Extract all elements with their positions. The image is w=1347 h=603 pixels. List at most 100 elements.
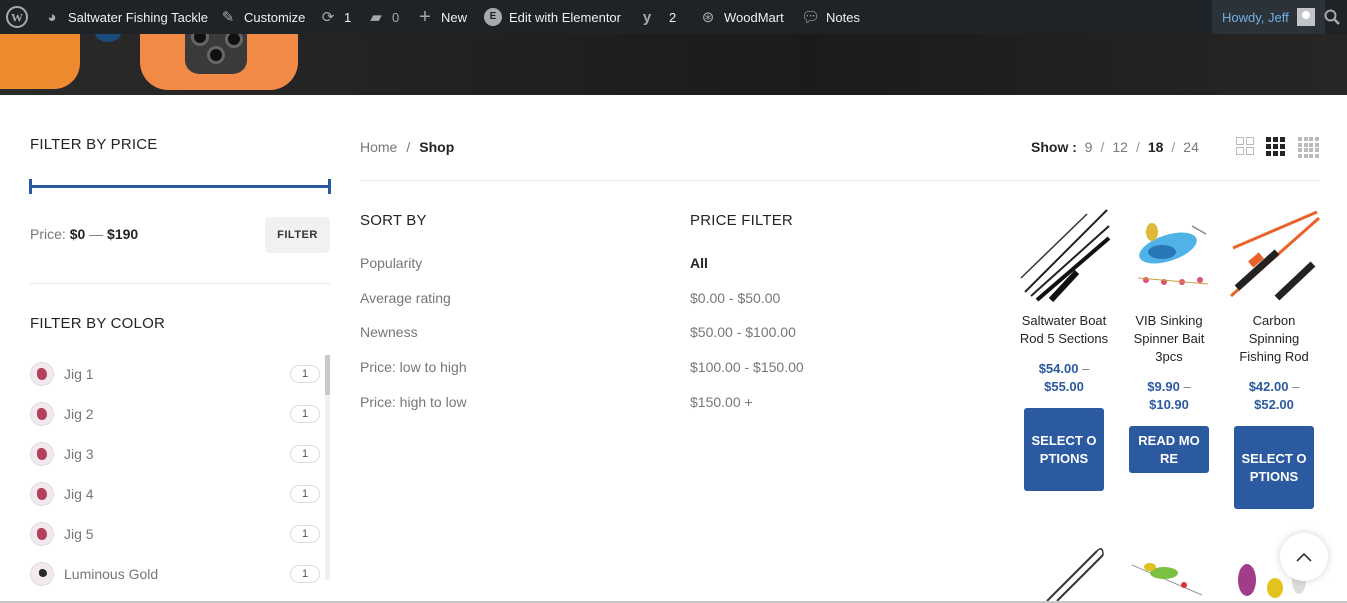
sort-option-rating[interactable]: Average rating — [360, 290, 451, 306]
updates-link[interactable]: ⟳ 1 — [319, 0, 352, 34]
grid-cell — [1298, 137, 1302, 141]
grid-cell — [1314, 153, 1319, 158]
price-filter-50-100[interactable]: $50.00 - $100.00 — [690, 324, 796, 340]
filter-button[interactable]: FILTER — [265, 217, 330, 253]
price-filter-100-150[interactable]: $100.00 - $150.00 — [690, 359, 804, 375]
grid-cell — [1309, 137, 1313, 141]
color-filter-item[interactable]: Jig 5 1 — [30, 522, 320, 546]
sort-option-price-desc[interactable]: Price: high to low — [360, 394, 467, 410]
grid-cell — [1309, 153, 1313, 158]
color-filter-item[interactable]: Jig 4 1 — [30, 482, 320, 506]
select-options-button[interactable]: SELECT OPTIONS — [1024, 408, 1104, 491]
jig-swatch-icon — [30, 482, 54, 506]
yoast-link[interactable]: y2 — [638, 0, 676, 34]
price-filter-0-50[interactable]: $0.00 - $50.00 — [690, 290, 780, 306]
count-badge: 1 — [290, 445, 320, 463]
price-filter-all[interactable]: All — [690, 255, 708, 271]
woodmart-link[interactable]: ⊛ WoodMart — [699, 0, 784, 34]
color-filter-item[interactable]: Jig 1 1 — [30, 362, 320, 386]
product-image-partial[interactable] — [1122, 545, 1216, 601]
grid-4-columns-icon[interactable] — [1298, 137, 1319, 158]
grid-cell — [1280, 137, 1285, 142]
price-filter-150-plus[interactable]: $150.00 + — [690, 394, 753, 410]
grid-cell — [1246, 137, 1254, 145]
updates-icon: ⟳ — [321, 9, 335, 26]
count-badge: 1 — [290, 565, 320, 583]
site-name-link[interactable]: ◕ Saltwater Fishing Tackle — [43, 0, 207, 34]
camera-lens — [207, 46, 225, 64]
grid-cell — [1314, 148, 1319, 152]
scrollbar-thumb[interactable] — [325, 355, 330, 395]
grid-cell — [1280, 144, 1285, 149]
price-slider-track[interactable] — [30, 185, 330, 188]
grid-cell — [1303, 153, 1308, 158]
wordpress-logo-icon[interactable]: W — [6, 0, 28, 34]
count-badge: 1 — [290, 485, 320, 503]
breadcrumb-home-link[interactable]: Home — [360, 139, 397, 155]
comments-link[interactable]: ▰ 0 — [367, 0, 399, 34]
price-slider-min-handle[interactable] — [29, 179, 32, 194]
grid-cell — [1298, 142, 1302, 147]
product-price: $9.90 – $10.90 — [1147, 379, 1191, 412]
elementor-icon: E — [484, 8, 502, 26]
grid-2-columns-icon[interactable] — [1236, 137, 1254, 155]
price-range-label: Price: $0 — $190 — [30, 226, 139, 242]
sort-option-price-asc[interactable]: Price: low to high — [360, 359, 467, 375]
breadcrumb: Home / Shop — [360, 139, 455, 155]
per-page-24[interactable]: 24 — [1183, 139, 1199, 155]
grid-cell — [1273, 137, 1278, 142]
price-slider-max-handle[interactable] — [328, 179, 331, 194]
paintbrush-icon: ✎ — [221, 9, 235, 26]
avatar — [1296, 8, 1315, 26]
product-image-boat-rod[interactable] — [1017, 208, 1111, 303]
product-image-spinner-bait[interactable] — [1122, 208, 1216, 302]
count-badge: 1 — [290, 525, 320, 543]
count-badge: 1 — [290, 365, 320, 383]
jig-swatch-icon — [30, 402, 54, 426]
color-filter-item[interactable]: Jig 3 1 — [30, 442, 320, 466]
grid-cell — [1298, 148, 1302, 152]
customize-link[interactable]: ✎ Customize — [219, 0, 306, 34]
grid-3-columns-icon[interactable] — [1266, 137, 1285, 156]
read-more-button[interactable]: READ MORE — [1129, 426, 1209, 473]
admin-bar: W ◕ Saltwater Fishing Tackle ✎ Customize ⟳… — [0, 0, 1347, 34]
product-title[interactable]: Saltwater Boat Rod 5 Sections — [1017, 312, 1111, 348]
product-image-carbon-rod[interactable] — [1227, 208, 1321, 302]
product-image-partial[interactable] — [1017, 545, 1111, 601]
color-filter-item[interactable]: Luminous Gold 1 — [30, 562, 320, 586]
plus-icon: + — [419, 5, 431, 28]
camera-lens — [191, 34, 209, 46]
filter-color-title: FILTER BY COLOR — [30, 315, 165, 332]
sidebar-scrollbar[interactable] — [325, 355, 330, 580]
select-options-button[interactable]: SELECT OPTIONS — [1234, 426, 1314, 509]
svg-text:W: W — [11, 11, 23, 25]
grid-cell — [1309, 148, 1313, 152]
comment-icon: ▰ — [370, 9, 382, 26]
elementor-link[interactable]: E Edit with Elementor — [484, 0, 621, 34]
jig-swatch-icon — [30, 522, 54, 546]
breadcrumb-current: Shop — [419, 139, 455, 155]
per-page-18[interactable]: 18 — [1148, 139, 1164, 155]
color-filter-item[interactable]: Jig 2 1 — [30, 402, 320, 426]
admin-search-icon[interactable] — [1324, 0, 1340, 34]
grid-cell — [1280, 151, 1285, 156]
camera-lens — [225, 34, 243, 48]
jig-swatch-icon — [30, 362, 54, 386]
scroll-to-top-button[interactable] — [1280, 533, 1328, 581]
product-title[interactable]: VIB Sinking Spinner Bait 3pcs — [1122, 312, 1216, 366]
per-page-9[interactable]: 9 — [1085, 139, 1093, 155]
hero-banner — [0, 34, 1347, 95]
grid-cell — [1266, 144, 1271, 149]
notes-link[interactable]: 💬︎ Notes — [801, 0, 860, 34]
luminous-gold-swatch-icon — [30, 562, 54, 586]
grid-cell — [1309, 142, 1313, 147]
yoast-icon: y — [642, 8, 652, 26]
sort-option-popularity[interactable]: Popularity — [360, 255, 422, 271]
product-title[interactable]: Carbon Spinning Fishing Rod — [1227, 312, 1321, 366]
toolbar-divider — [360, 180, 1320, 181]
grid-cell — [1303, 148, 1308, 152]
per-page-12[interactable]: 12 — [1112, 139, 1128, 155]
new-content-link[interactable]: + New — [416, 0, 467, 34]
my-account-link[interactable]: Howdy, Jeff — [1212, 0, 1325, 34]
sort-option-newness[interactable]: Newness — [360, 324, 418, 340]
